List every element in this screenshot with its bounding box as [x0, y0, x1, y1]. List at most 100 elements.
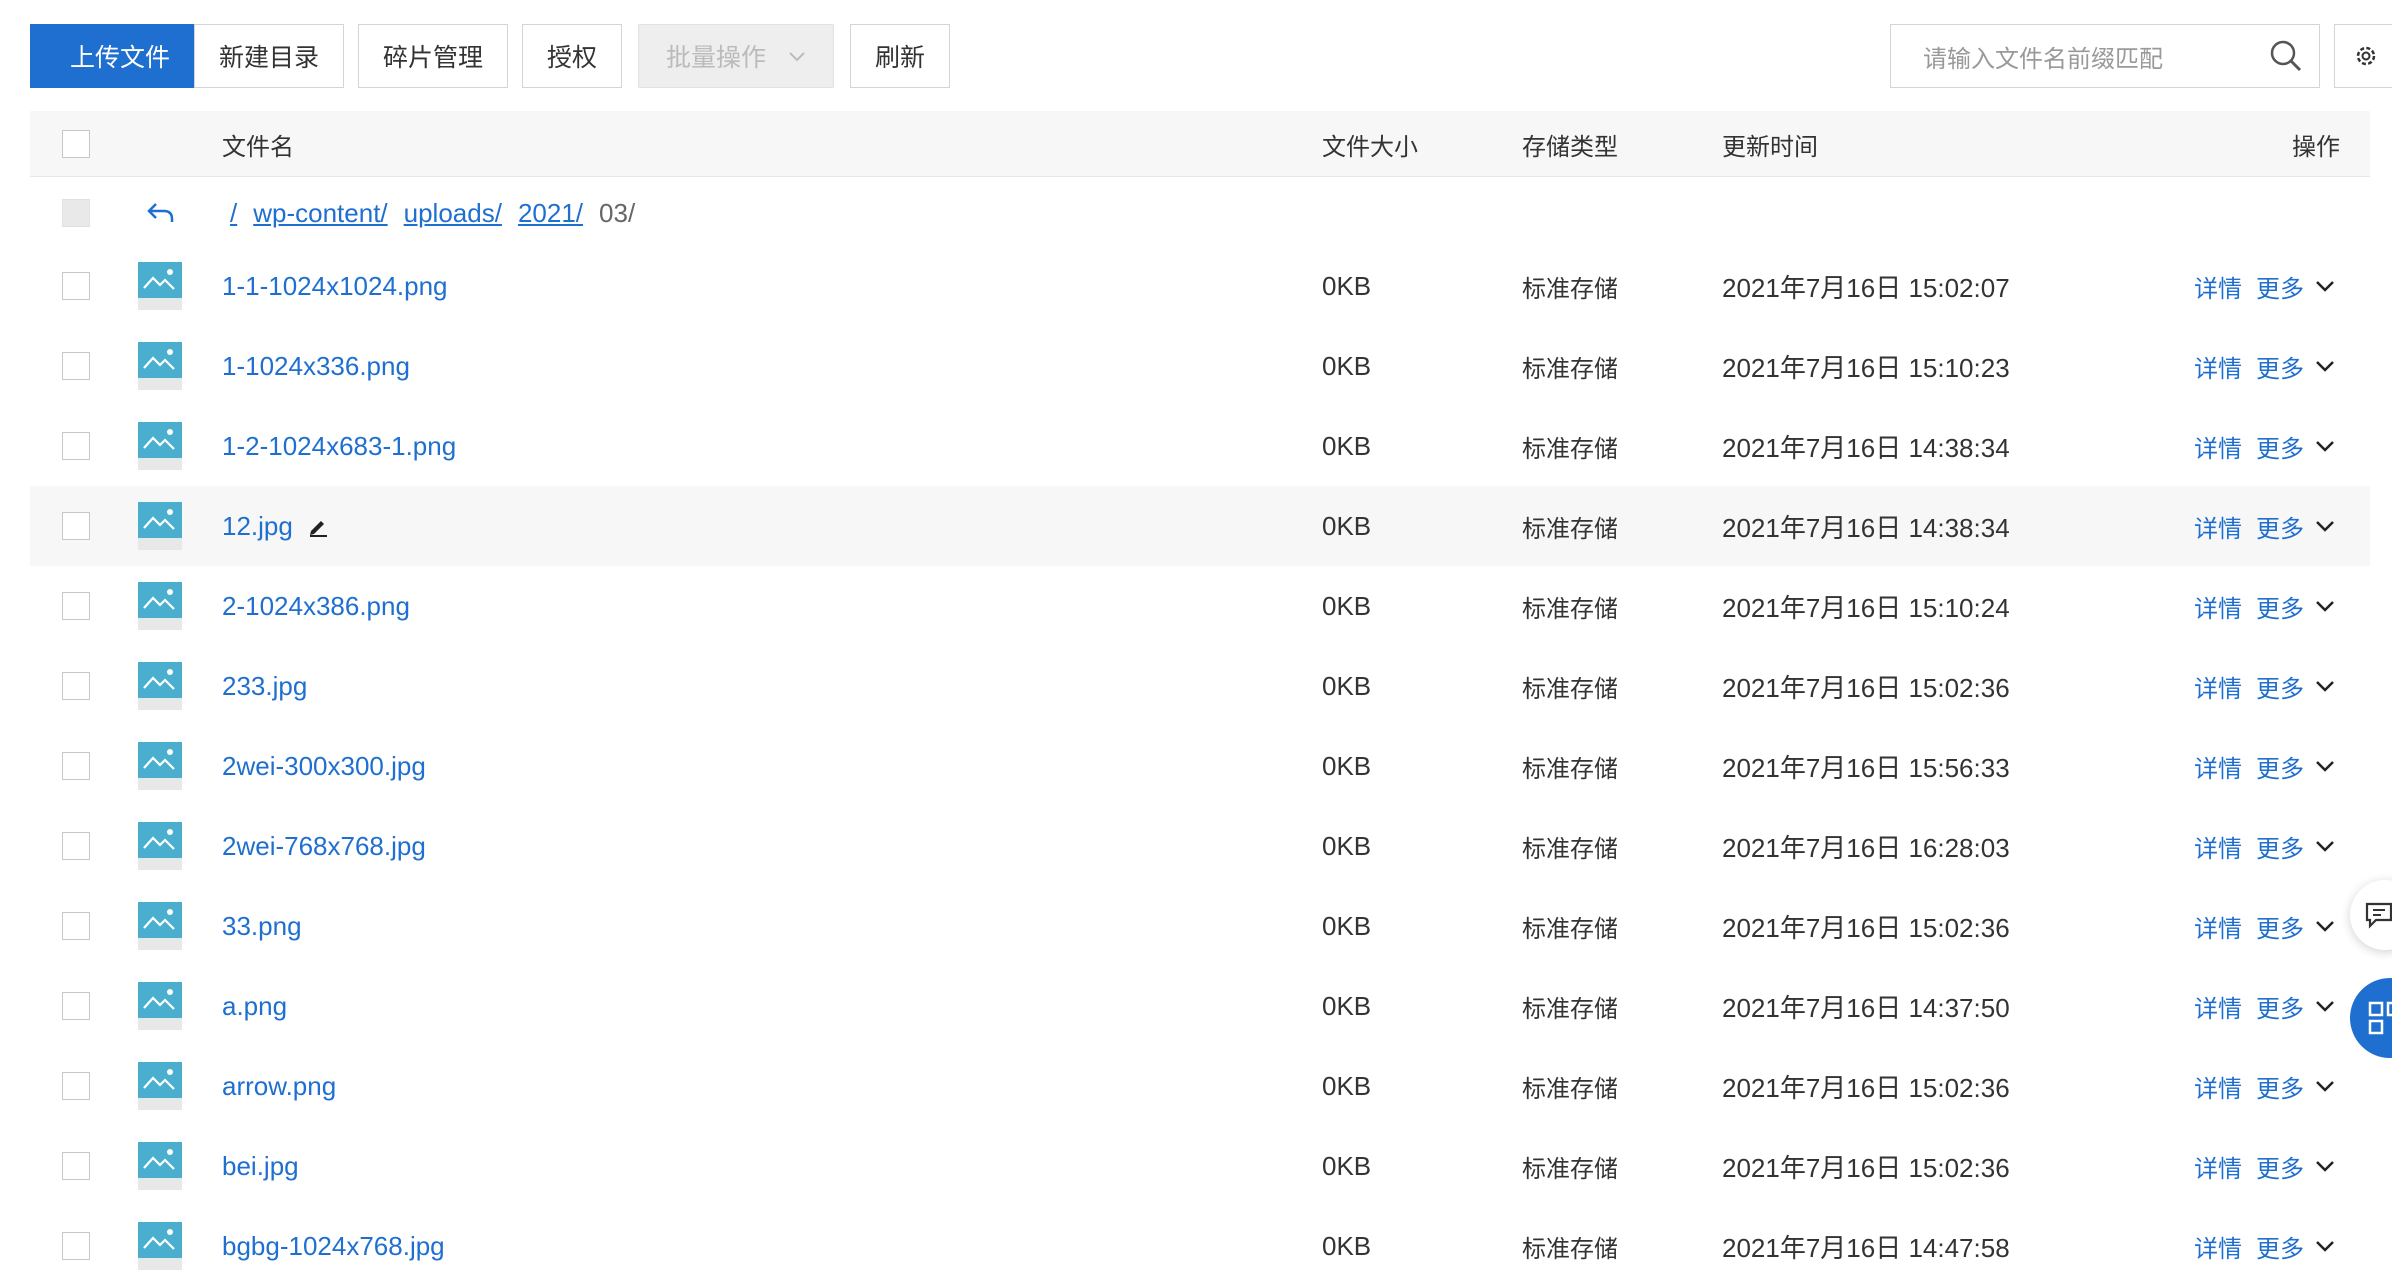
more-label: 更多	[2256, 1074, 2304, 1103]
breadcrumb-uploads[interactable]: uploads/	[404, 198, 502, 229]
detail-link[interactable]: 详情	[2194, 326, 2242, 406]
image-file-icon	[138, 342, 182, 390]
row-checkbox[interactable]	[62, 832, 90, 860]
file-name-link[interactable]: 2-1024x386.png	[222, 566, 410, 646]
more-dropdown[interactable]: 更多	[2256, 326, 2336, 406]
search-icon[interactable]	[2269, 39, 2303, 73]
file-name-link[interactable]: 2wei-768x768.jpg	[222, 806, 426, 886]
detail-link[interactable]: 详情	[2194, 646, 2242, 726]
row-checkbox[interactable]	[62, 352, 90, 380]
more-dropdown[interactable]: 更多	[2256, 566, 2336, 646]
storage-type: 标准存储	[1522, 594, 1618, 623]
table-row[interactable]: 2-1024x386.png 0KB 标准存储 2021年7月16日 15:10…	[30, 566, 2370, 646]
detail-link[interactable]: 详情	[2194, 566, 2242, 646]
row-checkbox[interactable]	[62, 272, 90, 300]
row-checkbox[interactable]	[62, 752, 90, 780]
file-name-link[interactable]: 233.jpg	[222, 646, 307, 726]
upload-file-button[interactable]: 上传文件	[30, 24, 210, 88]
table-row[interactable]: 2wei-300x300.jpg 0KB 标准存储 2021年7月16日 15:…	[30, 726, 2370, 806]
more-dropdown[interactable]: 更多	[2256, 246, 2336, 326]
select-all-checkbox[interactable]	[62, 130, 90, 158]
new-directory-button[interactable]: 新建目录	[194, 24, 344, 88]
row-checkbox[interactable]	[62, 912, 90, 940]
more-dropdown[interactable]: 更多	[2256, 486, 2336, 566]
image-file-icon	[138, 262, 182, 310]
detail-link[interactable]: 详情	[2194, 1126, 2242, 1206]
detail-link[interactable]: 详情	[2194, 406, 2242, 486]
row-checkbox[interactable]	[62, 1072, 90, 1100]
table-row[interactable]: bei.jpg 0KB 标准存储 2021年7月16日 15:02:36 详情 …	[30, 1126, 2370, 1206]
row-checkbox[interactable]	[62, 1152, 90, 1180]
file-name-link[interactable]: 33.png	[222, 886, 302, 966]
file-name-link[interactable]: bei.jpg	[222, 1126, 299, 1206]
row-checkbox[interactable]	[62, 512, 90, 540]
batch-operation-dropdown[interactable]: 批量操作	[638, 24, 834, 88]
breadcrumb: / wp-content/ uploads/ 2021/ 03/	[230, 180, 635, 246]
table-row[interactable]: 1-1024x336.png 0KB 标准存储 2021年7月16日 15:10…	[30, 326, 2370, 406]
file-name: 2wei-300x300.jpg	[222, 750, 426, 781]
detail-link[interactable]: 详情	[2194, 806, 2242, 886]
more-dropdown[interactable]: 更多	[2256, 646, 2336, 726]
table-row[interactable]: arrow.png 0KB 标准存储 2021年7月16日 15:02:36 详…	[30, 1046, 2370, 1126]
storage-type: 标准存储	[1522, 514, 1618, 543]
detail-link[interactable]: 详情	[2194, 726, 2242, 806]
file-name-link[interactable]: 12.jpg	[222, 486, 329, 566]
detail-link[interactable]: 详情	[2194, 486, 2242, 566]
breadcrumb-root[interactable]: /	[230, 198, 237, 229]
detail-link[interactable]: 详情	[2194, 966, 2242, 1046]
file-name-link[interactable]: 2wei-300x300.jpg	[222, 726, 426, 806]
image-file-icon	[138, 1222, 182, 1270]
breadcrumb-2021[interactable]: 2021/	[518, 198, 583, 229]
file-thumbnail	[138, 1126, 182, 1206]
table-row[interactable]: 33.png 0KB 标准存储 2021年7月16日 15:02:36 详情 更…	[30, 886, 2370, 966]
detail-link[interactable]: 详情	[2194, 1046, 2242, 1126]
more-dropdown[interactable]: 更多	[2256, 886, 2336, 966]
detail-link[interactable]: 详情	[2194, 886, 2242, 966]
settings-button[interactable]	[2334, 24, 2392, 88]
more-dropdown[interactable]: 更多	[2256, 1126, 2336, 1206]
table-row[interactable]: a.png 0KB 标准存储 2021年7月16日 14:37:50 详情 更多	[30, 966, 2370, 1046]
file-name: bgbg-1024x768.jpg	[222, 1230, 445, 1261]
header-actions: 操作	[2292, 132, 2340, 161]
table-row[interactable]: bgbg-1024x768.jpg 0KB 标准存储 2021年7月16日 14…	[30, 1206, 2370, 1270]
row-checkbox[interactable]	[62, 592, 90, 620]
authorize-button[interactable]: 授权	[522, 24, 622, 88]
table-row[interactable]: 12.jpg 0KB 标准存储 2021年7月16日 14:38:34 详情 更…	[30, 486, 2370, 566]
more-dropdown[interactable]: 更多	[2256, 806, 2336, 886]
row-checkbox[interactable]	[62, 1232, 90, 1260]
search-input[interactable]: 请输入文件名前缀匹配	[1923, 39, 2269, 74]
more-label: 更多	[2256, 994, 2304, 1023]
back-arrow-icon[interactable]	[146, 200, 176, 226]
refresh-button[interactable]: 刷新	[850, 24, 950, 88]
more-dropdown[interactable]: 更多	[2256, 1046, 2336, 1126]
row-checkbox[interactable]	[62, 992, 90, 1020]
edit-icon[interactable]	[307, 515, 329, 537]
more-dropdown[interactable]: 更多	[2256, 406, 2336, 486]
file-name-link[interactable]: bgbg-1024x768.jpg	[222, 1206, 445, 1270]
more-dropdown[interactable]: 更多	[2256, 966, 2336, 1046]
table-row[interactable]: 2wei-768x768.jpg 0KB 标准存储 2021年7月16日 16:…	[30, 806, 2370, 886]
file-size: 0KB	[1322, 350, 1372, 381]
fragment-manage-button[interactable]: 碎片管理	[358, 24, 508, 88]
file-name-link[interactable]: a.png	[222, 966, 287, 1046]
row-checkbox[interactable]	[62, 432, 90, 460]
file-name-link[interactable]: arrow.png	[222, 1046, 336, 1126]
row-checkbox[interactable]	[62, 672, 90, 700]
table-row[interactable]: 1-2-1024x683-1.png 0KB 标准存储 2021年7月16日 1…	[30, 406, 2370, 486]
file-name-link[interactable]: 1-2-1024x683-1.png	[222, 406, 456, 486]
file-name-link[interactable]: 1-1024x336.png	[222, 326, 410, 406]
table-row[interactable]: 233.jpg 0KB 标准存储 2021年7月16日 15:02:36 详情 …	[30, 646, 2370, 726]
more-dropdown[interactable]: 更多	[2256, 1206, 2336, 1270]
detail-link[interactable]: 详情	[2194, 1206, 2242, 1270]
chevron-down-icon	[2316, 1161, 2334, 1172]
file-name-link[interactable]: 1-1-1024x1024.png	[222, 246, 448, 326]
file-name: arrow.png	[222, 1070, 337, 1101]
breadcrumb-wp-content[interactable]: wp-content/	[253, 198, 387, 229]
detail-link[interactable]: 详情	[2194, 246, 2242, 326]
image-file-icon	[138, 982, 182, 1030]
file-name: a.png	[222, 990, 288, 1021]
more-dropdown[interactable]: 更多	[2256, 726, 2336, 806]
table-row[interactable]: 1-1-1024x1024.png 0KB 标准存储 2021年7月16日 15…	[30, 246, 2370, 326]
image-file-icon	[138, 502, 182, 550]
search-box[interactable]: 请输入文件名前缀匹配	[1890, 24, 2320, 88]
